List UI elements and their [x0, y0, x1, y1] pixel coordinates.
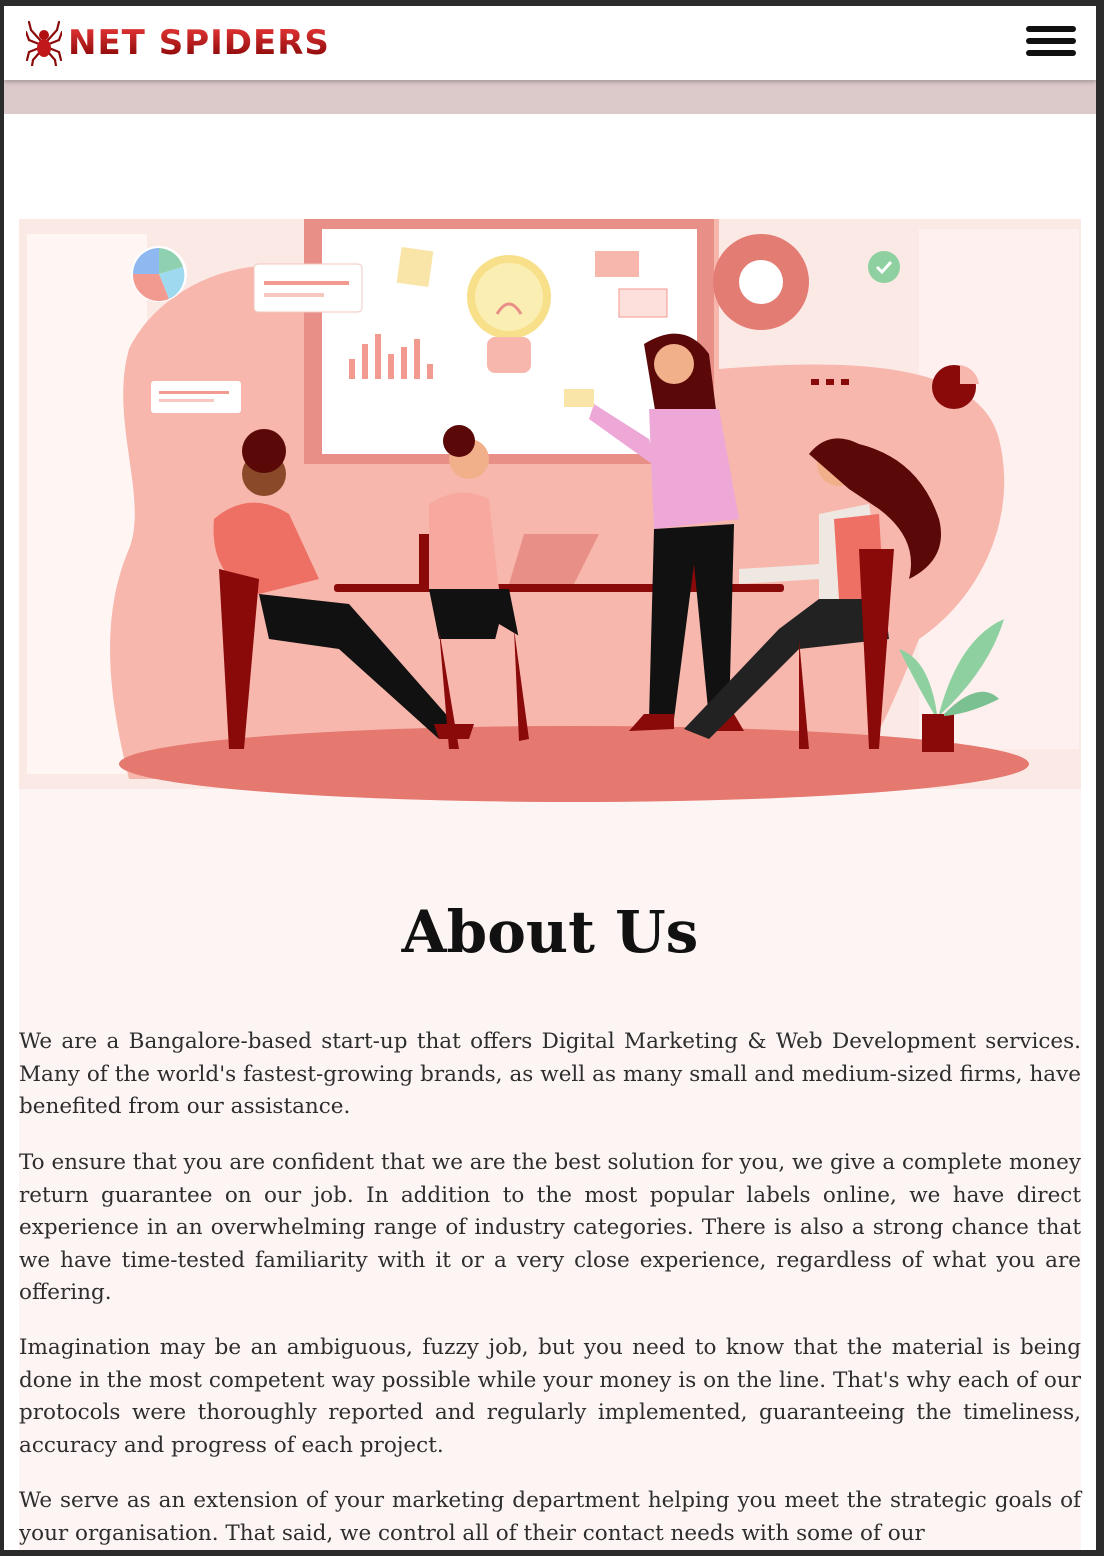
page-title: About Us [401, 898, 699, 966]
site-header: NET SPIDERS [4, 6, 1096, 80]
site-logo[interactable]: NET SPIDERS [26, 16, 330, 70]
browser-viewport: NET SPIDERS About Us We are a Bangalore-… [4, 6, 1096, 1550]
about-paragraph: Imagination may be an ambiguous, fuzzy j… [19, 1335, 1081, 1458]
about-paragraph: We serve as an extension of your marketi… [19, 1488, 1081, 1546]
menu-bar [1026, 50, 1076, 56]
menu-bar [1026, 26, 1076, 32]
about-section: About Us We are a Bangalore-based start-… [19, 114, 1081, 1550]
team-meeting-illustration [19, 219, 1081, 802]
about-paragraph: We are a Bangalore-based start-up that o… [19, 1029, 1081, 1119]
spider-icon [26, 20, 62, 66]
about-paragraph: To ensure that you are confident that we… [19, 1150, 1081, 1305]
brand-name: NET SPIDERS [68, 23, 330, 63]
hamburger-menu-icon[interactable] [1026, 26, 1076, 62]
header-banner-strip [4, 80, 1096, 114]
menu-bar [1026, 38, 1076, 44]
